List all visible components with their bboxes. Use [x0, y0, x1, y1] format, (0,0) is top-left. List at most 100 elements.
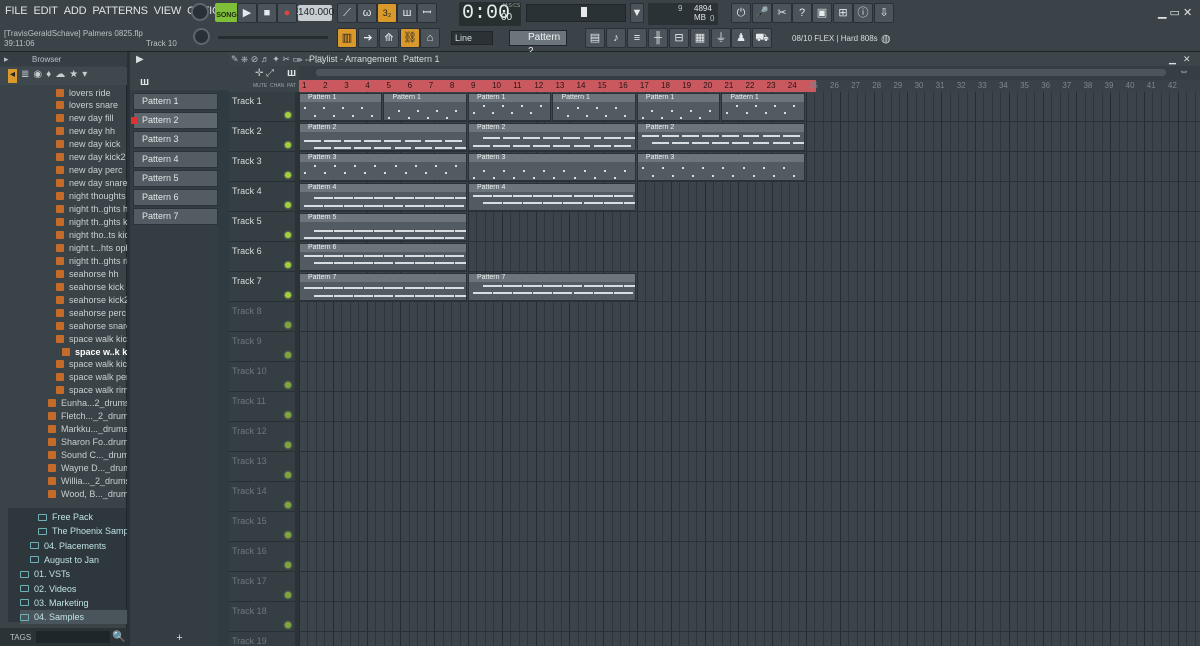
- track-enable-led[interactable]: [285, 262, 291, 268]
- plug-icon[interactable]: ⏚: [711, 28, 731, 48]
- browser-folder[interactable]: 02. Videos: [20, 582, 76, 596]
- browser-file-item[interactable]: new day kick: [56, 138, 121, 151]
- horizontal-scroll-thumb[interactable]: [316, 69, 1166, 76]
- browser-file-item[interactable]: new day snare: [56, 177, 128, 190]
- keyboard-icon[interactable]: ш: [287, 67, 296, 79]
- pattern-clip[interactable]: Pattern 4: [299, 183, 467, 211]
- track-header[interactable]: Track 10: [229, 362, 295, 392]
- channel-rack-icon[interactable]: ▤: [585, 28, 605, 48]
- pattern-clip[interactable]: Pattern 1: [636, 93, 721, 121]
- cut-icon[interactable]: ✂: [772, 3, 792, 23]
- browser-file-item[interactable]: space walk kick3: [56, 358, 137, 371]
- pattern-clip[interactable]: Pattern 7: [467, 273, 636, 301]
- pattern-selector[interactable]: Pattern 2: [509, 30, 567, 57]
- menu-item-file[interactable]: FILE: [2, 5, 30, 21]
- info-icon[interactable]: ⓘ: [853, 3, 873, 23]
- piano-keys-icon[interactable]: ш: [140, 76, 149, 88]
- tag-filter-icon[interactable]: ▾: [82, 69, 87, 83]
- track-header[interactable]: Track 6: [229, 242, 295, 272]
- flex-status[interactable]: 08/10 FLEX | Hard 808s: [792, 34, 878, 43]
- countdown-icon[interactable]: 3₂: [377, 3, 397, 23]
- track-header[interactable]: Track 13: [229, 452, 295, 482]
- browser-file-item[interactable]: Eunha...2_drums_2: [48, 397, 140, 410]
- pattern-clip[interactable]: Pattern 2: [467, 123, 636, 151]
- pattern-clip[interactable]: Pattern 1: [721, 93, 805, 121]
- track-enable-led[interactable]: [285, 442, 291, 448]
- pattern-clip[interactable]: Pattern 6: [299, 243, 467, 271]
- pattern-item[interactable]: Pattern 2: [133, 112, 218, 130]
- zoom-icon[interactable]: ⇔: [1179, 66, 1189, 77]
- pattern-item[interactable]: Pattern 3: [133, 131, 218, 149]
- zoom-tool-icon[interactable]: ✛ ⤢: [255, 68, 274, 79]
- track-header[interactable]: Track 11: [229, 392, 295, 422]
- track-header[interactable]: Track 4: [229, 182, 295, 212]
- pattern-item[interactable]: Pattern 4: [133, 150, 218, 168]
- song-mode-toggle[interactable]: SONG: [215, 3, 238, 22]
- browser-folder[interactable]: The Phoenix Samples: [38, 524, 140, 538]
- maximize-icon[interactable]: ▭: [1170, 7, 1180, 19]
- pattern-item[interactable]: Pattern 6: [133, 189, 218, 206]
- browser-file-item[interactable]: seahorse kick2: [56, 293, 129, 306]
- track-enable-led[interactable]: [285, 112, 291, 118]
- piano-roll-icon[interactable]: ♪: [606, 28, 626, 48]
- browser-file-item[interactable]: new day kick2: [56, 151, 126, 164]
- pattern-clip[interactable]: Pattern 5: [299, 213, 467, 241]
- track-header[interactable]: Track 19: [229, 632, 295, 646]
- tags-input[interactable]: [36, 631, 110, 643]
- track-header[interactable]: Track 15: [229, 512, 295, 542]
- pattern-clip[interactable]: Pattern 3: [299, 153, 467, 181]
- pattern-song-icon[interactable]: ▥: [337, 28, 357, 48]
- pattern-clip[interactable]: Pattern 1: [467, 93, 552, 121]
- track-header[interactable]: Track 12: [229, 422, 295, 452]
- track-enable-led[interactable]: [285, 532, 291, 538]
- track-header[interactable]: Track 14: [229, 482, 295, 512]
- stamp-icon[interactable]: ⌂: [420, 28, 440, 48]
- browser-file-item[interactable]: new day fill: [56, 112, 114, 125]
- browser-file-item[interactable]: lovers ride: [56, 86, 111, 99]
- track-enable-led[interactable]: [285, 352, 291, 358]
- browser-file-item[interactable]: seahorse perc: [56, 306, 126, 319]
- browser-file-item[interactable]: Markku..._drums_2: [48, 423, 138, 436]
- track-enable-led[interactable]: [285, 382, 291, 388]
- star-icon[interactable]: ★: [69, 69, 78, 83]
- track-header[interactable]: Track 9: [229, 332, 295, 362]
- pianist-icon[interactable]: ♟: [731, 28, 751, 48]
- arrangement-grid[interactable]: Pattern 1 Pattern 1 Pattern 1 Pattern 1 Patt…: [299, 92, 1200, 646]
- globe-icon[interactable]: ◍: [881, 32, 891, 45]
- history-icon[interactable]: ♦: [46, 69, 51, 83]
- browser-file-item[interactable]: space walk kick: [56, 332, 132, 345]
- track-enable-led[interactable]: [285, 592, 291, 598]
- track-enable-led[interactable]: [285, 292, 291, 298]
- download-icon[interactable]: ⇩: [874, 3, 894, 23]
- browser-file-item[interactable]: new day perc: [56, 164, 123, 177]
- track-enable-led[interactable]: [285, 172, 291, 178]
- playlist-arrows-icon[interactable]: ⇔: [295, 52, 304, 66]
- all-files-icon[interactable]: ◂: [8, 69, 18, 83]
- browser-folder[interactable]: 03. Marketing: [20, 596, 89, 610]
- menu-item-add[interactable]: ADD: [61, 5, 90, 21]
- master-pitch-knob[interactable]: [193, 28, 210, 45]
- track-header[interactable]: Track 7: [229, 272, 295, 302]
- record-button[interactable]: ●: [277, 3, 297, 23]
- plugin-database-icon[interactable]: ▦: [690, 28, 710, 48]
- mixer-panel-icon[interactable]: ╫: [648, 28, 668, 48]
- play-button[interactable]: ▶: [237, 3, 257, 23]
- browser-folder[interactable]: Free Pack: [38, 510, 93, 524]
- track-header[interactable]: Track 18: [229, 602, 295, 632]
- browser-file-item[interactable]: lovers snare: [56, 99, 118, 112]
- wait-input-icon[interactable]: ω: [357, 3, 377, 23]
- playlist-close-icon[interactable]: ✕: [1183, 52, 1191, 66]
- browser-folder[interactable]: 01. VSTs: [20, 567, 70, 581]
- paint-icon[interactable]: ⟰: [379, 28, 399, 48]
- track-enable-led[interactable]: [285, 202, 291, 208]
- browser-file-item[interactable]: seahorse kick: [56, 280, 124, 293]
- playlist-minimize-icon[interactable]: ▁: [1169, 52, 1176, 66]
- pattern-clip[interactable]: Pattern 3: [467, 153, 636, 181]
- pattern-item[interactable]: Pattern 1: [133, 93, 218, 110]
- minimize-icon[interactable]: ▁: [1158, 7, 1166, 19]
- track-enable-led[interactable]: [285, 322, 291, 328]
- metronome-icon[interactable]: ⟋: [337, 3, 357, 23]
- pattern-item[interactable]: Pattern 5: [133, 169, 218, 187]
- stop-button[interactable]: ■: [257, 3, 277, 23]
- track-enable-led[interactable]: [285, 232, 291, 238]
